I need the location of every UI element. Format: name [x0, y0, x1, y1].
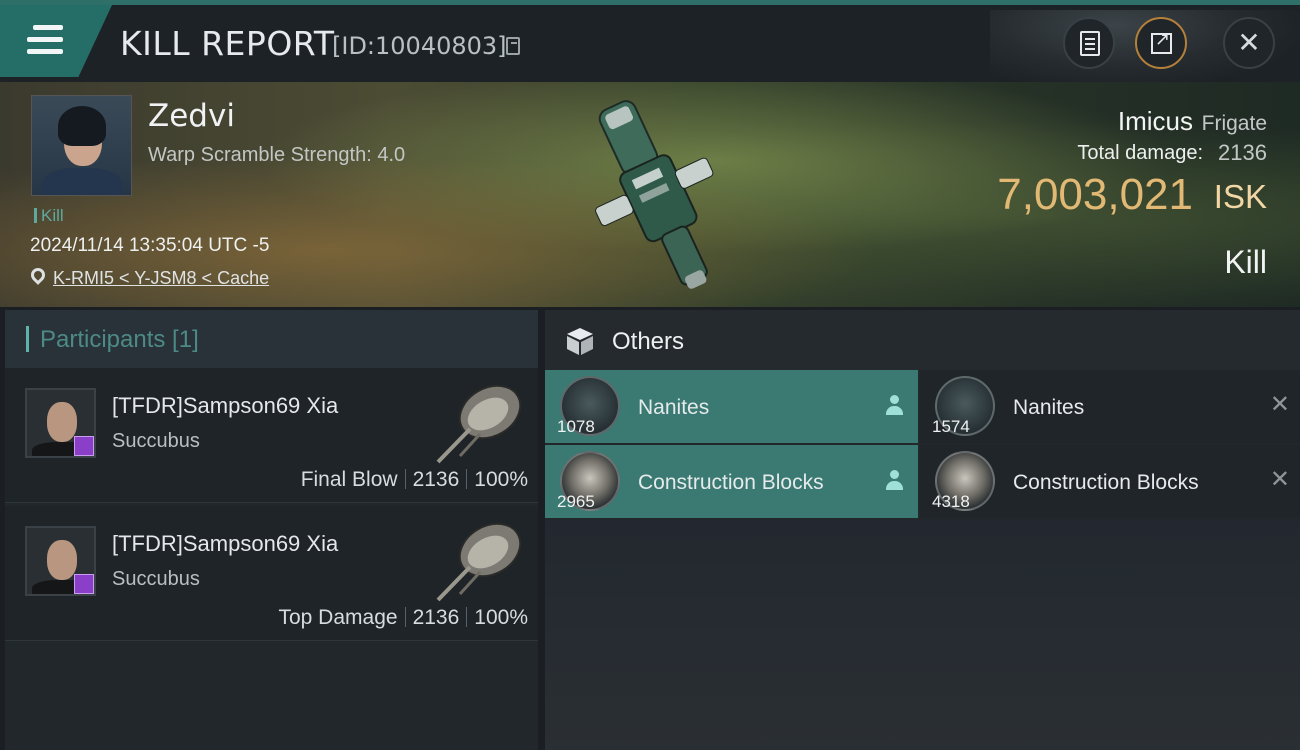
participant-ship-image: [436, 384, 522, 464]
participant-role: Top Damage: [278, 606, 398, 629]
participant-damage: 2136: [412, 468, 460, 491]
others-title: Others: [612, 328, 685, 355]
participant-avatar[interactable]: [25, 526, 96, 596]
item-name: Construction Blocks: [1013, 471, 1199, 494]
participants-title: Participants [1]: [40, 326, 199, 353]
kill-datetime: 2024/11/14 13:35:04 UTC -5: [30, 235, 270, 256]
page-title: KILL REPORT: [120, 24, 335, 63]
item-row[interactable]: 2965 Construction Blocks: [545, 445, 918, 518]
participant-role: Final Blow: [300, 468, 398, 491]
participant-percent: 100%: [474, 606, 528, 629]
participant-stats: Top Damage 2136 100%: [278, 606, 528, 630]
item-row[interactable]: 4318 Construction Blocks ✕: [920, 445, 1300, 518]
participant-name: [TFDR]Sampson69 Xia: [112, 393, 339, 418]
copy-icon[interactable]: [506, 37, 520, 55]
participant-damage: 2136: [412, 606, 460, 629]
close-icon: ✕: [1237, 26, 1261, 59]
kill-tag: Kill: [34, 206, 64, 226]
warp-scramble-strength: Warp Scramble Strength: 4.0: [148, 144, 406, 166]
result-label: Kill: [1224, 244, 1267, 280]
participants-header: Participants [1]: [5, 310, 538, 368]
participant-stats: Final Blow 2136 100%: [301, 468, 528, 492]
isk-unit: ISK: [1213, 178, 1267, 215]
menu-icon: [27, 25, 63, 55]
item-name: Construction Blocks: [638, 471, 824, 494]
location-pin-icon: [28, 265, 48, 285]
victim-avatar[interactable]: [31, 95, 132, 196]
x-icon: ✕: [1269, 465, 1290, 493]
share-icon: [1151, 29, 1172, 54]
participant-name: [TFDR]Sampson69 Xia: [112, 531, 339, 556]
victim-ship-image[interactable]: [575, 87, 735, 302]
participant-avatar[interactable]: [25, 388, 96, 458]
others-panel: Others 1078 Nanites 1574 Nanites ✕ 2965 …: [545, 310, 1300, 750]
participant-row[interactable]: [TFDR]Sampson69 Xia Succubus Final Blow 2…: [5, 368, 538, 503]
isk-value: 7,003,021: [997, 170, 1193, 219]
participants-panel: Participants [1] [TFDR]Sampson69 Xia Suc…: [5, 310, 538, 750]
participant-ship: Succubus: [112, 430, 200, 452]
victim-name[interactable]: Zedvi: [148, 98, 235, 134]
clipboard-icon: [1080, 31, 1100, 56]
person-icon: [886, 395, 904, 415]
others-header: Others: [545, 310, 1300, 370]
participant-row[interactable]: [TFDR]Sampson69 Xia Succubus Top Damage 2…: [5, 506, 538, 641]
item-name: Nanites: [1013, 396, 1085, 419]
person-icon: [886, 470, 904, 490]
cube-icon: [567, 328, 593, 355]
item-row[interactable]: 1574 Nanites ✕: [920, 370, 1300, 443]
participant-percent: 100%: [474, 468, 528, 491]
location-link[interactable]: K-RMI5 < Y-JSM8 < Cache: [53, 268, 269, 289]
victim-banner: Zedvi Warp Scramble Strength: 4.0 Kill 2…: [0, 82, 1300, 307]
item-row[interactable]: 1078 Nanites: [545, 370, 918, 443]
x-icon: ✕: [1269, 390, 1290, 418]
item-quantity: 1078: [557, 417, 595, 436]
participant-ship-image: [436, 522, 522, 602]
others-empty-area: [545, 520, 1300, 750]
victim-ship-class: Frigate: [1201, 112, 1267, 135]
clipboard-button[interactable]: [1063, 17, 1115, 69]
share-button[interactable]: [1135, 17, 1187, 69]
corp-badge-icon: [74, 574, 94, 594]
item-name: Nanites: [638, 396, 710, 419]
report-id: [ID:10040803]: [332, 32, 507, 60]
total-damage-label: Total damage:: [1077, 142, 1203, 164]
corp-badge-icon: [74, 436, 94, 456]
victim-ship-name[interactable]: Imicus: [1118, 106, 1193, 137]
close-button[interactable]: ✕: [1223, 17, 1275, 69]
item-quantity: 1574: [932, 417, 970, 436]
total-damage-value: 2136: [1218, 140, 1267, 165]
participant-ship: Succubus: [112, 568, 200, 590]
item-quantity: 4318: [932, 492, 970, 511]
item-quantity: 2965: [557, 492, 595, 511]
